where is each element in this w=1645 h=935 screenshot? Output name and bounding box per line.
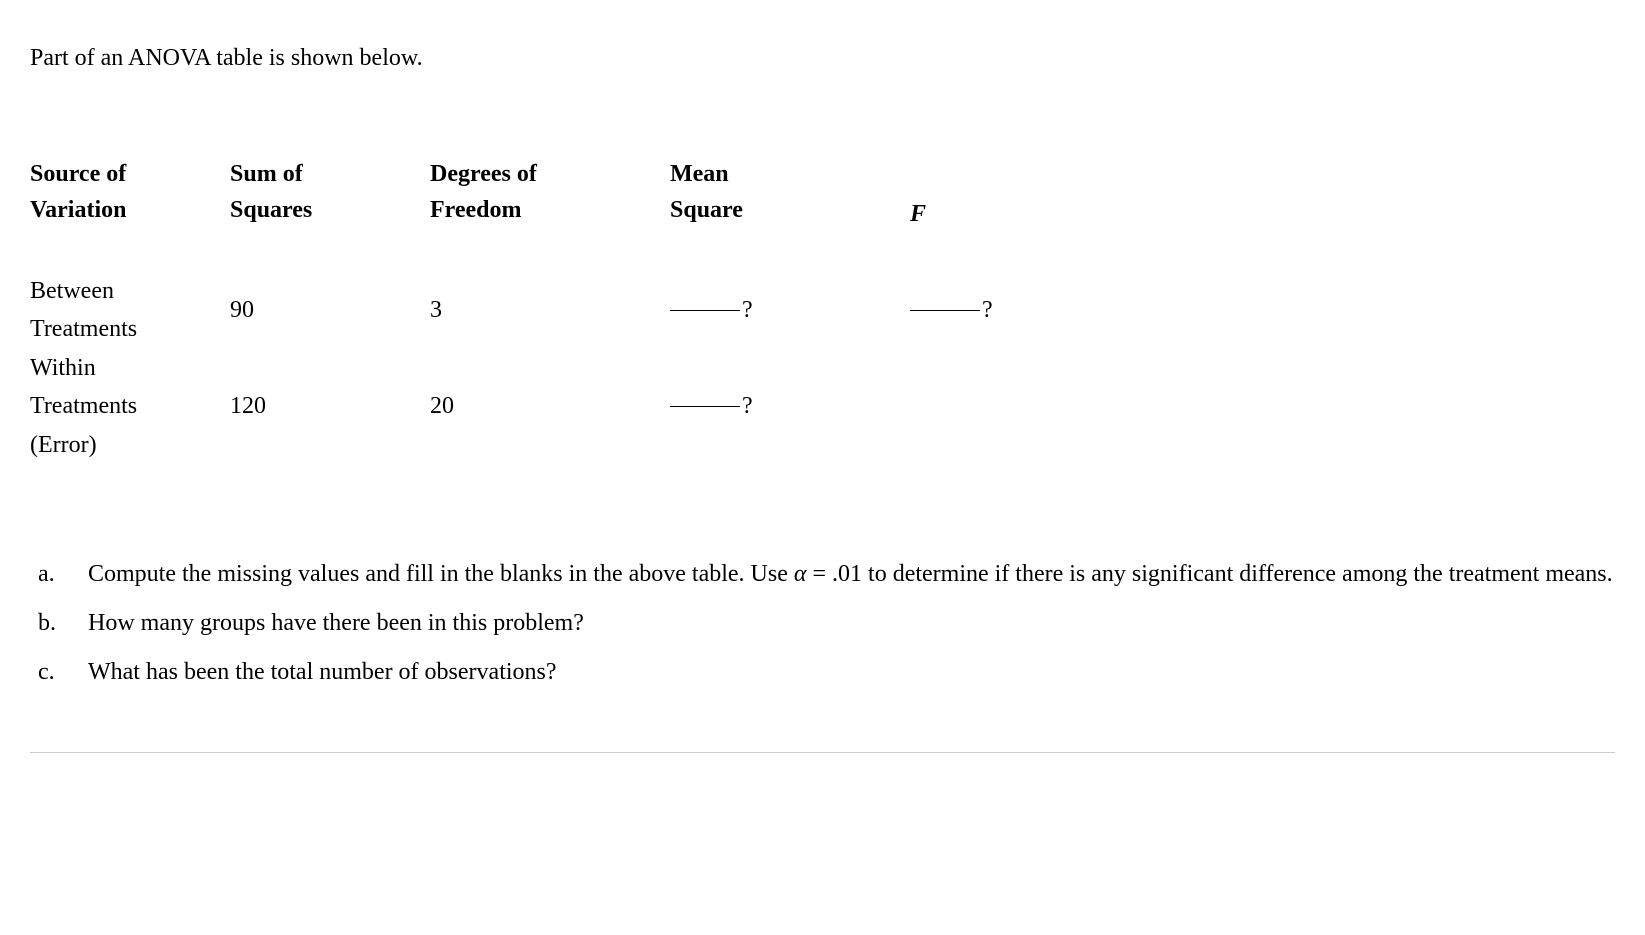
question-a-text: Compute the missing values and fill in t… [88,554,1615,595]
header-df: Degrees of Freedom [430,156,670,272]
row-between-df: 3 [430,272,670,349]
row-within-label: Within Treatments (Error) [30,349,230,464]
header-ss: Sum of Squares [230,156,430,272]
blank-line-icon [910,310,980,311]
anova-table: Source of Variation Sum of Squares Degre… [30,156,1615,464]
row-between-label-2: Treatments [30,316,137,342]
blank-line-icon [670,406,740,407]
question-b-text: How many groups have there been in this … [88,603,1615,644]
row-between-ms-q: ? [742,292,753,328]
row-within-label-1: Within [30,355,96,381]
header-df-line1: Degrees of [430,156,670,192]
row-within-ss: 120 [230,349,430,464]
row-between-label-1: Between [30,278,114,304]
row-between-f: ? [910,272,1110,349]
row-within-label-2: Treatments [30,393,137,419]
question-a-part2: = .01 to determine if there is any signi… [806,561,1612,587]
question-c-label: c. [38,652,88,693]
row-between-label: Between Treatments [30,272,230,349]
header-ms: Mean Square [670,156,910,272]
row-within-ms-q: ? [742,388,753,424]
row-between-ss: 90 [230,272,430,349]
row-between-ms: ? [670,272,910,349]
divider-line [30,752,1615,753]
header-ms-line1: Mean [670,156,910,192]
question-a-part1: Compute the missing values and fill in t… [88,561,794,587]
header-source: Source of Variation [30,156,230,272]
header-ss-line1: Sum of [230,156,430,192]
questions-block: a. Compute the missing values and fill i… [30,554,1615,692]
header-source-line1: Source of [30,156,230,192]
header-source-line2: Variation [30,192,230,228]
row-within-f [910,349,1110,464]
row-within-df: 20 [430,349,670,464]
row-between-f-q: ? [982,292,993,328]
row-within-label-3: (Error) [30,432,97,458]
row-within-ms: ? [670,349,910,464]
question-c-text: What has been the total number of observ… [88,652,1615,693]
blank-line-icon [670,310,740,311]
header-ss-line2: Squares [230,192,430,228]
header-df-line2: Freedom [430,192,670,228]
question-a-label: a. [38,554,88,595]
question-b-label: b. [38,603,88,644]
header-f: F [910,156,1110,272]
alpha-symbol: α [794,561,807,587]
header-ms-line2: Square [670,192,910,228]
intro-text: Part of an ANOVA table is shown below. [30,40,1615,76]
